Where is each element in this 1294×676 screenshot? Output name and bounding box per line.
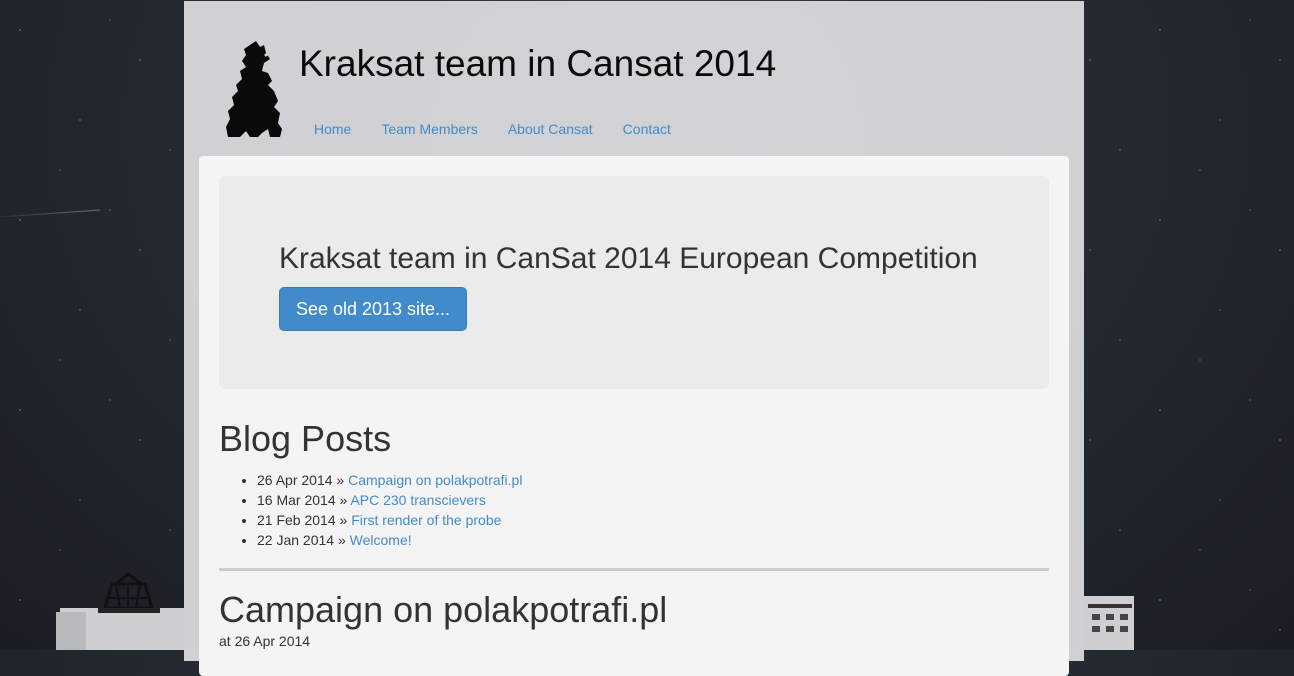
section-divider: [219, 568, 1049, 571]
list-item: 16 Mar 2014 » APC 230 transcievers: [257, 490, 522, 510]
post-link[interactable]: Welcome!: [350, 532, 412, 548]
list-item: 22 Jan 2014 » Welcome!: [257, 530, 522, 550]
page-wrapper: Kraksat team in Cansat 2014 Home Team Me…: [184, 1, 1084, 676]
blog-post-list: 26 Apr 2014 » Campaign on polakpotrafi.p…: [239, 470, 522, 550]
separator: »: [337, 532, 346, 548]
blog-posts-heading: Blog Posts: [219, 418, 392, 459]
separator: »: [339, 512, 348, 528]
post-date: 26 Apr 2014: [257, 472, 333, 488]
post-link[interactable]: First render of the probe: [351, 512, 501, 528]
jumbotron-heading: Kraksat team in CanSat 2014 European Com…: [279, 242, 978, 275]
site-title: Kraksat team in Cansat 2014: [299, 43, 777, 84]
post-date: 22 Jan 2014: [257, 532, 335, 548]
post-date: 16 Mar 2014: [257, 492, 336, 508]
separator: »: [339, 492, 348, 508]
main-nav: Home Team Members About Cansat Contact: [299, 121, 686, 137]
post-link[interactable]: Campaign on polakpotrafi.pl: [348, 472, 522, 488]
jumbotron: Kraksat team in CanSat 2014 European Com…: [219, 176, 1049, 389]
observatory-silhouette: [56, 572, 184, 650]
nav-home[interactable]: Home: [299, 121, 366, 137]
separator: »: [336, 472, 345, 488]
nav-contact[interactable]: Contact: [608, 121, 686, 137]
kraksat-dragon-logo-icon: [226, 41, 282, 137]
list-item: 26 Apr 2014 » Campaign on polakpotrafi.p…: [257, 470, 522, 490]
nav-about-cansat[interactable]: About Cansat: [493, 121, 608, 137]
list-item: 21 Feb 2014 » First render of the probe: [257, 510, 522, 530]
latest-post-title: Campaign on polakpotrafi.pl: [219, 589, 668, 630]
site-header: Kraksat team in Cansat 2014 Home Team Me…: [184, 1, 1084, 155]
nav-team-members[interactable]: Team Members: [366, 121, 492, 137]
post-link[interactable]: APC 230 transcievers: [350, 492, 485, 508]
post-date: 21 Feb 2014: [257, 512, 336, 528]
old-site-button[interactable]: See old 2013 site...: [279, 287, 467, 331]
latest-post-date: at 26 Apr 2014: [219, 633, 311, 649]
main-content: Kraksat team in CanSat 2014 European Com…: [199, 156, 1069, 676]
building-silhouette: [1084, 596, 1134, 650]
